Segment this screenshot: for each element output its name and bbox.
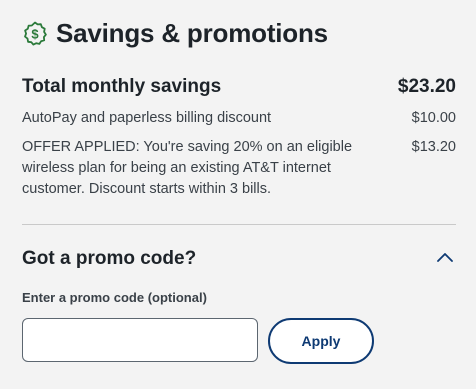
total-savings-value: $23.20	[397, 76, 456, 97]
promo-code-field-label: Enter a promo code (optional)	[22, 290, 207, 305]
dollar-badge-icon: $	[22, 21, 48, 47]
savings-item-description: OFFER APPLIED: You're saving 20% on an e…	[22, 139, 353, 197]
total-savings-label: Total monthly savings	[22, 76, 222, 97]
chevron-up-icon[interactable]	[436, 250, 456, 268]
svg-text:$: $	[31, 26, 39, 41]
section-divider	[22, 224, 456, 225]
savings-item-amount: $13.20	[411, 139, 456, 155]
savings-item-amount: $10.00	[411, 110, 456, 126]
savings-line-item: OFFER APPLIED: You're saving 20% on an e…	[22, 137, 456, 200]
savings-promotions-panel: $ Savings & promotions Total monthly sav…	[0, 0, 476, 389]
savings-line-item: AutoPay and paperless billing discount $…	[22, 108, 456, 129]
section-header: $ Savings & promotions	[22, 18, 328, 49]
savings-item-description: AutoPay and paperless billing discount	[22, 110, 272, 126]
apply-button[interactable]: Apply	[268, 318, 374, 364]
promo-code-input[interactable]	[22, 318, 258, 362]
promo-code-toggle[interactable]: Got a promo code?	[22, 248, 456, 270]
total-savings-row: Total monthly savings $23.20	[22, 76, 456, 98]
page-title: Savings & promotions	[56, 18, 328, 48]
promo-code-title: Got a promo code?	[22, 248, 197, 269]
